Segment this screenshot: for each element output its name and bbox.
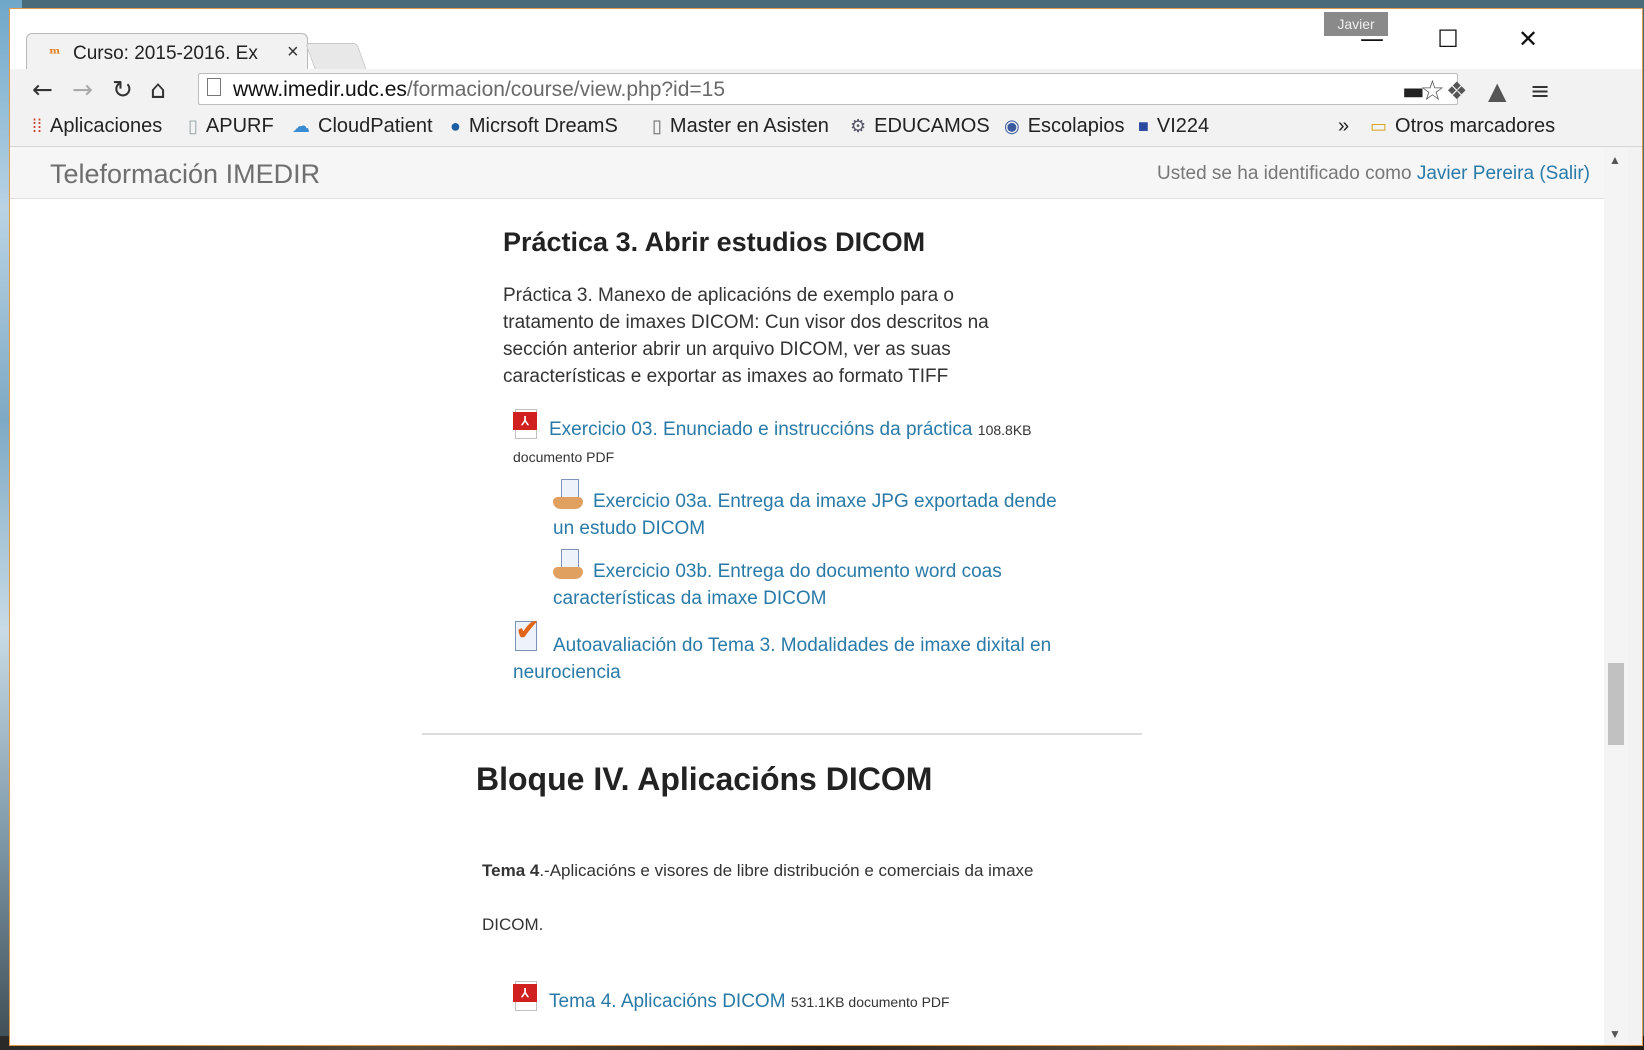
pdf-icon: ⅄ xyxy=(513,981,539,1011)
page-info-icon[interactable] xyxy=(207,78,221,96)
login-info: Usted se ha identificado como Javier Per… xyxy=(1157,163,1590,184)
page-icon: ▯ xyxy=(188,116,198,136)
extension-card-icon[interactable]: ▬ xyxy=(1402,77,1425,105)
bookmarks-overflow[interactable]: » xyxy=(1338,115,1349,138)
gear-icon: ⚙ xyxy=(850,116,867,136)
bookmark-escolapios[interactable]: ◉ Escolapios xyxy=(1004,115,1124,138)
quiz-autoavaliacion[interactable]: ✔ Autoavaliación do Tema 3. Modalidades d… xyxy=(513,616,1073,686)
scroll-up-icon[interactable]: ▲ xyxy=(1609,153,1621,167)
resource-exercise-03[interactable]: ⅄ Exercicio 03. Enunciado e instruccións … xyxy=(513,409,1073,471)
tema-description-cont: DICOM. xyxy=(482,915,544,934)
new-tab-button[interactable] xyxy=(305,43,367,70)
minimize-icon[interactable]: — xyxy=(1342,19,1402,59)
tab-title: Curso: 2015-2016. Ex xyxy=(73,43,258,64)
moodle-favicon-icon: ᵐ xyxy=(49,44,61,63)
page-icon: ▯ xyxy=(652,116,662,136)
scroll-thumb[interactable] xyxy=(1608,663,1624,745)
dreamspark-icon: ● xyxy=(450,116,461,136)
page-content: Teleformación IMEDIR Usted se ha identif… xyxy=(10,147,1628,1045)
site-header: Teleformación IMEDIR Usted se ha identif… xyxy=(10,147,1628,199)
assignment-03a[interactable]: Exercicio 03a. Entrega da imaxe JPG expo… xyxy=(553,479,1073,542)
pdf-icon: ⅄ xyxy=(513,409,539,439)
address-bar[interactable]: www.imedir.udc.es/formacion/course/view.… xyxy=(198,73,1458,107)
quiz-check-icon: ✔ xyxy=(513,616,543,655)
home-icon[interactable]: ⌂ xyxy=(150,75,166,104)
bookmark-educamos[interactable]: ⚙ EDUCAMOS xyxy=(850,115,990,138)
bookmark-cloudpatient[interactable]: ☁ CloudPatient xyxy=(292,115,433,138)
square-logo-icon: ■ xyxy=(1138,116,1149,136)
bookmark-apps[interactable]: ⁞⁞ Aplicaciones xyxy=(32,115,162,138)
page-scrollbar[interactable]: ▲ ▼ xyxy=(1604,147,1628,1045)
maximize-icon[interactable]: ☐ xyxy=(1418,19,1478,59)
bookmark-apurf[interactable]: ▯ APURF xyxy=(188,115,274,138)
tab-close-icon[interactable]: × xyxy=(287,41,299,64)
resource-tema-4[interactable]: ⅄ Tema 4. Aplicacións DICOM 531.1KB docum… xyxy=(513,981,950,1013)
assignment-03b[interactable]: Exercicio 03b. Entrega do documento word… xyxy=(553,549,1053,612)
close-window-icon[interactable]: ✕ xyxy=(1498,19,1558,59)
folder-icon: ▭ xyxy=(1370,116,1388,136)
browser-toolbar: ← → ↻ ⌂ www.imedir.udc.es/formacion/cour… xyxy=(10,69,1642,111)
apps-grid-icon: ⁞⁞ xyxy=(32,116,43,136)
dropbox-icon[interactable]: ❖ xyxy=(1446,77,1468,105)
title-bar: ᵐ Curso: 2015-2016. Ex × Javier — ☐ ✕ xyxy=(10,9,1642,71)
url-text[interactable]: www.imedir.udc.es/formacion/course/view.… xyxy=(233,78,725,102)
assignment-icon xyxy=(553,479,585,511)
logout-link[interactable]: Salir xyxy=(1546,163,1584,184)
tema-description: Tema 4.-Aplicacións e visores de libre d… xyxy=(482,861,1034,880)
menu-icon[interactable]: ≡ xyxy=(1530,77,1550,105)
section-summary: Práctica 3. Manexo de aplicacións de exe… xyxy=(503,285,989,387)
site-title[interactable]: Teleformación IMEDIR xyxy=(50,159,320,190)
section-divider xyxy=(422,733,1142,735)
section-heading: Práctica 3. Abrir estudios DICOM xyxy=(503,227,926,257)
resource-type: documento PDF xyxy=(513,449,615,465)
circle-icon: ◉ xyxy=(1004,116,1020,136)
bookmark-master[interactable]: ▯ Master en Asisten xyxy=(652,115,828,138)
back-icon[interactable]: ← xyxy=(32,75,53,104)
reload-icon[interactable]: ↻ xyxy=(112,75,133,104)
user-profile-link[interactable]: Javier Pereira xyxy=(1417,163,1534,184)
bookmark-vi224[interactable]: ■ VI224 xyxy=(1138,115,1209,138)
bookmarks-bar: ⁞⁞ Aplicaciones ▯ APURF ☁ CloudPatient ● Mic… xyxy=(10,111,1642,147)
assignment-icon xyxy=(553,549,585,581)
block-heading: Bloque IV. Aplicacións DICOM xyxy=(476,761,933,797)
other-bookmarks[interactable]: ▭ Otros marcadores xyxy=(1370,115,1555,138)
scroll-down-icon[interactable]: ▼ xyxy=(1609,1027,1621,1041)
tab-course[interactable]: ᵐ Curso: 2015-2016. Ex × xyxy=(26,33,308,71)
cloud-icon: ☁ xyxy=(292,116,310,136)
browser-window: ᵐ Curso: 2015-2016. Ex × Javier — ☐ ✕ ← … xyxy=(9,8,1643,1046)
forward-icon[interactable]: → xyxy=(72,75,93,104)
bookmark-dreamspark[interactable]: ● Micrsoft DreamSp xyxy=(450,115,619,138)
drive-icon[interactable]: ▲ xyxy=(1488,77,1506,105)
